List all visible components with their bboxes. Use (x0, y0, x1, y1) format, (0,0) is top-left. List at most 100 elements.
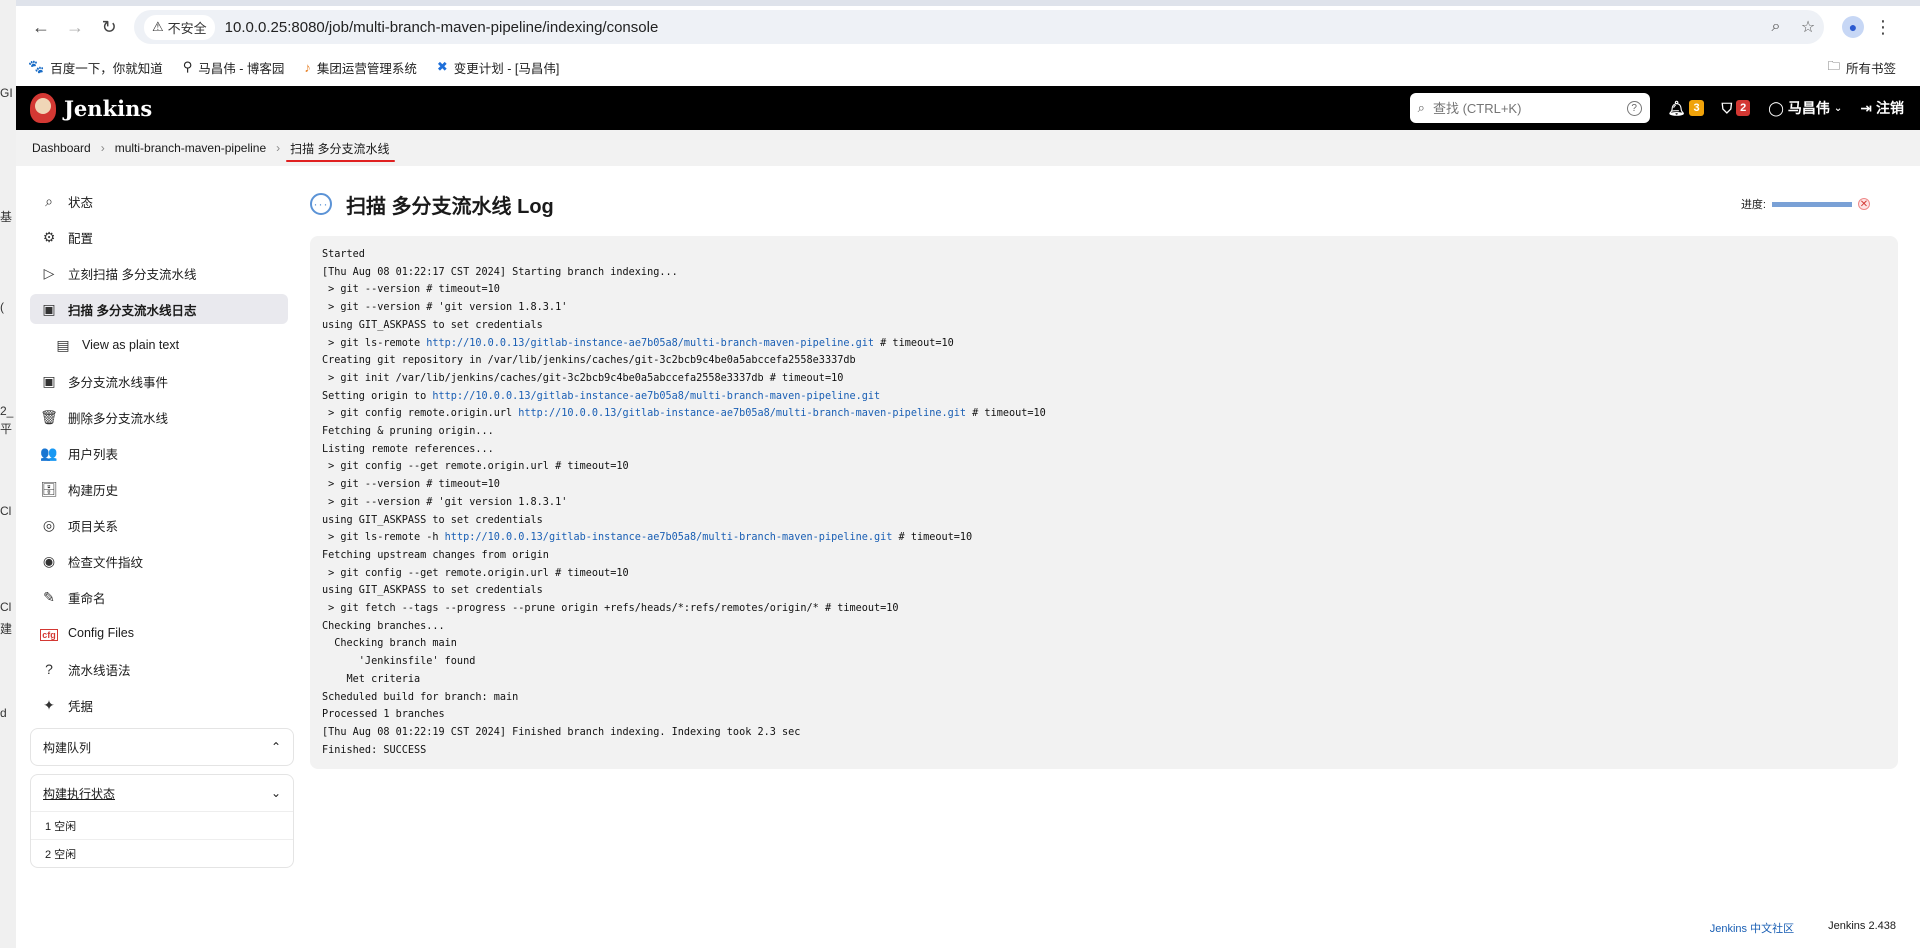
desktop-strip-text: d (0, 706, 7, 720)
reload-icon[interactable]: ↻ (92, 12, 126, 42)
address-bar[interactable]: ⚠ 不安全 10.0.0.25:8080/job/multi-branch-ma… (134, 10, 1824, 44)
sidebar-task[interactable]: ✦ 凭据 (30, 690, 288, 720)
sidebar-task[interactable]: cfg Config Files (30, 618, 288, 648)
sidebar-task-label: 凭据 (68, 699, 94, 714)
executor-row[interactable]: 2 空闲 (31, 839, 293, 867)
version-label[interactable]: Jenkins 2.438 (1828, 920, 1896, 936)
sidebar-task[interactable]: ? 流水线语法 (30, 654, 288, 684)
repo-link[interactable]: http://10.0.0.13/gitlab-instance-ae7b05a… (432, 391, 880, 402)
pencil-icon: ✎ (43, 588, 55, 605)
desktop-strip-text: 平 (0, 422, 13, 436)
profile-avatar-icon[interactable]: ● (1842, 16, 1864, 38)
page-title: 扫描 多分支流水线 Log (346, 195, 554, 218)
sidebar-task-label: 构建历史 (68, 483, 119, 498)
credentials-icon: ✦ (43, 696, 55, 713)
sidebar-task[interactable]: 👥 用户列表 (30, 438, 288, 468)
logout-button[interactable]: ⇥ 注销 (1860, 98, 1904, 118)
desktop-strip-text: ( (0, 300, 4, 314)
console-line: Fetching upstream changes from origin (322, 549, 549, 561)
executor-header[interactable]: 构建执行状态 ⌄ (31, 775, 293, 811)
breadcrumb-current[interactable]: 扫描 多分支流水线 (286, 140, 396, 162)
sidebar-task[interactable]: ▣ 扫描 多分支流水线日志 (30, 294, 288, 324)
community-link[interactable]: Jenkins 中文社区 (1710, 920, 1794, 936)
back-icon[interactable]: ← (24, 12, 58, 42)
sidebar-task-label: View as plain text (82, 338, 180, 352)
sidebar-task-label: 重命名 (68, 591, 106, 606)
bookmark-star-icon[interactable]: ☆ (1792, 17, 1824, 37)
console-line: using GIT_ASKPASS to set credentials (322, 585, 543, 597)
search-box[interactable]: ⌕ ? (1409, 93, 1650, 123)
red-annotation-underline (286, 159, 396, 162)
page-heading: ··· 扫描 多分支流水线 Log 进度: ✕ (310, 186, 1900, 222)
desktop-strip: GI 基 (2_ 平 Cl Cl 建 d (0, 0, 16, 948)
notifications-button[interactable]: 🔔︎ 3 (1668, 100, 1704, 117)
executor-panel: 构建执行状态 ⌄ 1 空闲 2 空闲 (30, 774, 294, 868)
breadcrumb-job[interactable]: multi-branch-maven-pipeline (115, 141, 266, 155)
cfg-icon: cfg (40, 629, 58, 641)
repo-link[interactable]: http://10.0.0.13/gitlab-instance-ae7b05a… (426, 338, 874, 349)
sidebar-task[interactable]: 🗄 构建历史 (30, 474, 288, 504)
bookmark-item[interactable]: ♪ 集团运营管理系统 (304, 58, 417, 77)
main-content: ··· 扫描 多分支流水线 Log 进度: ✕ Started [Thu Aug … (310, 186, 1900, 770)
security-indicator[interactable]: ⚠ 不安全 (144, 14, 215, 40)
console-line: > git fetch --tags --progress --prune or… (322, 603, 899, 615)
console-line: > git --version # 'git version 1.8.3.1' (322, 302, 568, 314)
chevron-down-icon[interactable]: ⌄ (271, 786, 281, 800)
breadcrumb: Dashboard › multi-branch-maven-pipeline … (16, 130, 1920, 166)
bell-icon: 🔔︎ (1667, 99, 1686, 116)
console-line: > git config remote.origin.url http://10… (322, 408, 1046, 420)
sidebar: ⌕ 状态 ⚙ 配置 ▷ 立刻扫描 多分支流水线 ▣ 扫描 多分支流水线日志 ▤ View as p… (30, 186, 294, 868)
console-line: using GIT_ASKPASS to set credentials (322, 319, 543, 331)
all-bookmarks[interactable]: 🗀 所有书签 (1827, 57, 1896, 78)
user-icon: ◯ (1768, 99, 1784, 116)
help-icon: ? (45, 661, 53, 677)
build-queue-header[interactable]: 构建队列 ⌃ (31, 729, 293, 765)
user-menu[interactable]: ◯ 马昌伟 ⌄ (1768, 98, 1842, 118)
bookmark-item[interactable]: ✖ 变更计划 - [马昌伟] (437, 58, 559, 77)
folder-icon: 🗀 (1827, 58, 1840, 73)
chevron-down-icon: ⌄ (1833, 102, 1843, 114)
sidebar-task[interactable]: ▣ 多分支流水线事件 (30, 366, 288, 396)
breadcrumb-dashboard[interactable]: Dashboard (32, 141, 91, 155)
forward-icon[interactable]: → (58, 12, 92, 42)
user-name: 马昌伟 (1787, 100, 1830, 116)
task-list: ⌕ 状态 ⚙ 配置 ▷ 立刻扫描 多分支流水线 ▣ 扫描 多分支流水线日志 ▤ View as p… (30, 186, 288, 720)
desktop-strip-text: 2_ (0, 404, 14, 418)
jenkins-logo[interactable]: Jenkins (30, 93, 152, 123)
desktop-strip-text: 基 (0, 210, 13, 224)
security-badge: 2 (1736, 100, 1751, 116)
sidebar-task[interactable]: ◎ 项目关系 (30, 510, 288, 540)
relations-icon: ◎ (42, 516, 56, 533)
play-icon: ▷ (43, 264, 55, 281)
sidebar-task[interactable]: 🗑 删除多分支流水线 (30, 402, 288, 432)
zoom-icon[interactable]: ⌕ (1760, 18, 1792, 36)
browser-menu-icon[interactable]: ⋮ (1874, 17, 1892, 38)
console-line: > git ls-remote -h http://10.0.0.13/gitl… (322, 532, 973, 544)
stop-icon[interactable]: ✕ (1858, 198, 1870, 210)
help-icon[interactable]: ? (1626, 100, 1642, 116)
url-text[interactable]: 10.0.0.25:8080/job/multi-branch-maven-pi… (225, 19, 1760, 36)
sidebar-task[interactable]: ◉ 检查文件指纹 (30, 546, 288, 576)
chevron-up-icon[interactable]: ⌃ (271, 740, 281, 754)
console-line: Checking branches... (322, 620, 445, 632)
sidebar-task[interactable]: ⚙ 配置 (30, 222, 288, 252)
desktop-strip-text: Cl (0, 600, 12, 614)
executor-row[interactable]: 1 空闲 (31, 811, 293, 839)
sidebar-task[interactable]: ▤ View as plain text (30, 330, 288, 360)
console-line: Listing remote references... (322, 443, 494, 455)
security-button[interactable]: ⛉ 2 (1722, 100, 1751, 117)
sidebar-task[interactable]: ▷ 立刻扫描 多分支流水线 (30, 258, 288, 288)
repo-link[interactable]: http://10.0.0.13/gitlab-instance-ae7b05a… (445, 532, 893, 543)
repo-link[interactable]: http://10.0.0.13/gitlab-instance-ae7b05a… (518, 408, 966, 419)
notifications-badge: 3 (1689, 100, 1704, 116)
search-icon: ⌕ (45, 192, 53, 209)
chevron-right-icon: › (100, 141, 105, 155)
progress-bar (1772, 201, 1852, 207)
trash-icon: 🗑 (40, 408, 58, 425)
bookmark-item[interactable]: 🐾 百度一下，你就知道 (28, 58, 163, 77)
bookmark-item[interactable]: ⚲ 马昌伟 - 博客园 (183, 58, 285, 77)
sidebar-task[interactable]: ✎ 重命名 (30, 582, 288, 612)
sidebar-task[interactable]: ⌕ 状态 (30, 186, 288, 216)
search-input[interactable] (1432, 100, 1619, 116)
console-line: Processed 1 branches (322, 709, 445, 721)
